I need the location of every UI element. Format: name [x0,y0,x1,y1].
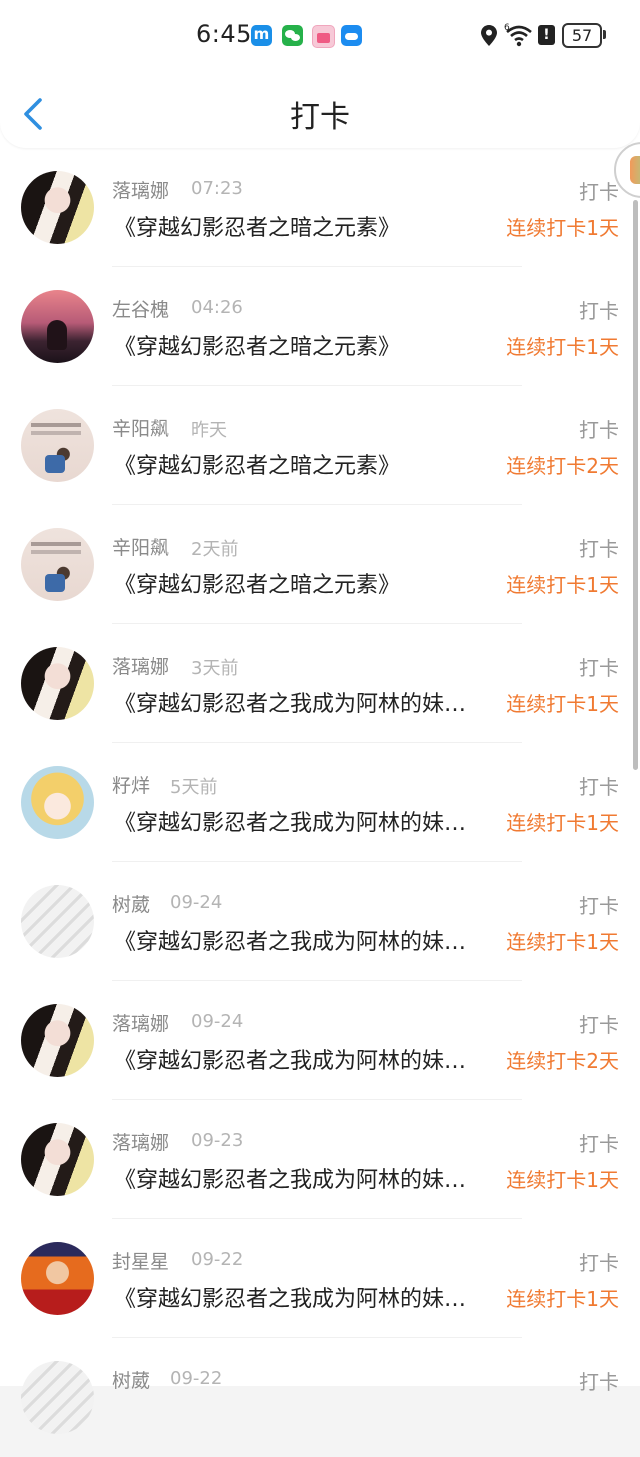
list-item[interactable]: 落璃娜 09-23 《穿越幻影忍者之我成为阿林的妹… 打卡 连续打卡1天 [0,1100,640,1219]
checkin-tag: 打卡 [579,1132,619,1156]
list-item[interactable]: 树葳 09-24 《穿越幻影忍者之我成为阿林的妹… 打卡 连续打卡1天 [0,862,640,981]
list-item[interactable]: 籽烊 5天前 《穿越幻影忍者之我成为阿林的妹… 打卡 连续打卡1天 [0,743,640,862]
battery-tip [603,30,606,39]
status-bar: 6:45 m 6 ! 57 [0,0,640,70]
avatar[interactable] [21,1242,94,1315]
gift-app-icon [312,25,335,48]
battery-level: 57 [571,26,593,45]
checkin-tag: 打卡 [579,894,619,918]
list-item[interactable]: 封星星 09-22 《穿越幻影忍者之我成为阿林的妹… 打卡 连续打卡1天 [0,1219,640,1338]
location-icon [481,25,497,46]
book-title[interactable]: 《穿越幻影忍者之我成为阿林的妹… [114,1162,504,1194]
streak-label: 连续打卡2天 [506,454,619,478]
avatar[interactable] [21,290,94,363]
checkin-time: 09-24 [170,892,223,913]
checkin-tag: 打卡 [579,1370,619,1394]
book-title[interactable]: 《穿越幻影忍者之暗之元素》 [114,448,504,480]
signal-label: 6 [504,23,510,33]
status-time: 6:45 [196,20,252,48]
checkin-tag: 打卡 [579,1013,619,1037]
avatar[interactable] [21,1361,94,1434]
checkin-tag: 打卡 [579,180,619,204]
checkin-tag: 打卡 [579,775,619,799]
streak-label: 连续打卡1天 [506,573,619,597]
wechat-icon [282,25,303,46]
streak-label: 连续打卡1天 [506,335,619,359]
list-item[interactable]: 辛阳飙 2天前 《穿越幻影忍者之暗之元素》 打卡 连续打卡1天 [0,505,640,624]
list-item[interactable]: 左谷槐 04:26 《穿越幻影忍者之暗之元素》 打卡 连续打卡1天 [0,267,640,386]
checkin-tag: 打卡 [579,299,619,323]
user-name[interactable]: 左谷槐 [112,295,169,322]
checkin-time: 昨天 [191,420,227,441]
cloud-app-icon [341,25,362,46]
checkin-time: 3天前 [191,658,239,679]
streak-label: 连续打卡1天 [506,1168,619,1192]
user-name[interactable]: 树葳 [112,1366,150,1393]
list-item[interactable]: 辛阳飙 昨天 《穿越幻影忍者之暗之元素》 打卡 连续打卡2天 [0,386,640,505]
user-name[interactable]: 封星星 [112,1247,169,1274]
checkin-time: 04:26 [191,297,243,318]
streak-label: 连续打卡1天 [506,1287,619,1311]
book-title[interactable]: 《穿越幻影忍者之暗之元素》 [114,567,504,599]
avatar[interactable] [21,171,94,244]
header: 6:45 m 6 ! 57 打卡 [0,0,640,148]
checkin-tag: 打卡 [579,1251,619,1275]
user-name[interactable]: 籽烊 [112,771,150,798]
avatar[interactable] [21,1004,94,1077]
checkin-tag: 打卡 [579,656,619,680]
avatar[interactable] [21,1123,94,1196]
user-name[interactable]: 落璃娜 [112,1128,169,1155]
checkin-tag: 打卡 [579,537,619,561]
streak-label: 连续打卡1天 [506,930,619,954]
checkin-tag: 打卡 [579,418,619,442]
streak-label: 连续打卡1天 [506,811,619,835]
book-title[interactable]: 《穿越幻影忍者之暗之元素》 [114,210,504,242]
battery-icon: 57 [562,23,602,48]
avatar[interactable] [21,409,94,482]
page-title: 打卡 [290,100,350,135]
avatar[interactable] [21,885,94,958]
user-name[interactable]: 辛阳飙 [112,533,169,560]
wifi-icon: 6 [504,22,534,48]
user-name[interactable]: 落璃娜 [112,652,169,679]
streak-label: 连续打卡1天 [506,692,619,716]
book-title[interactable]: 《穿越幻影忍者之我成为阿林的妹… [114,805,504,837]
book-title[interactable]: 《穿越幻影忍者之我成为阿林的妹… [114,924,504,956]
checkin-time: 09-23 [191,1130,244,1151]
list-item[interactable]: 落璃娜 3天前 《穿越幻影忍者之我成为阿林的妹… 打卡 连续打卡1天 [0,624,640,743]
scrollbar[interactable] [633,200,638,770]
checkin-time: 09-22 [191,1249,244,1270]
checkin-time: 5天前 [170,777,218,798]
book-title[interactable]: 《穿越幻影忍者之暗之元素》 [114,329,504,361]
list-item[interactable]: 落璃娜 07:23 《穿越幻影忍者之暗之元素》 打卡 连续打卡1天 [0,148,640,267]
user-name[interactable]: 落璃娜 [112,176,169,203]
streak-label: 连续打卡2天 [506,1049,619,1073]
checkin-page: 6:45 m 6 ! 57 打卡 落璃娜 07:23 《穿越幻影忍者之暗之元素》… [0,0,640,1434]
avatar[interactable] [21,528,94,601]
checkin-time: 09-24 [191,1011,244,1032]
user-name[interactable]: 树葳 [112,890,150,917]
user-name[interactable]: 辛阳飙 [112,414,169,441]
book-title[interactable]: 《穿越幻影忍者之我成为阿林的妹… [114,1281,504,1313]
avatar[interactable] [21,766,94,839]
book-title[interactable]: 《穿越幻影忍者之我成为阿林的妹… [114,1043,504,1075]
list-item[interactable]: 落璃娜 09-24 《穿越幻影忍者之我成为阿林的妹… 打卡 连续打卡2天 [0,981,640,1100]
streak-label: 连续打卡1天 [506,216,619,240]
list-item[interactable]: 树葳 09-22 打卡 [0,1338,640,1457]
checkin-time: 2天前 [191,539,239,560]
user-name[interactable]: 落璃娜 [112,1009,169,1036]
book-title[interactable]: 《穿越幻影忍者之我成为阿林的妹… [114,686,504,718]
avatar[interactable] [21,647,94,720]
checkin-time: 07:23 [191,178,243,199]
m-app-icon: m [251,25,272,46]
alert-icon: ! [538,25,555,45]
